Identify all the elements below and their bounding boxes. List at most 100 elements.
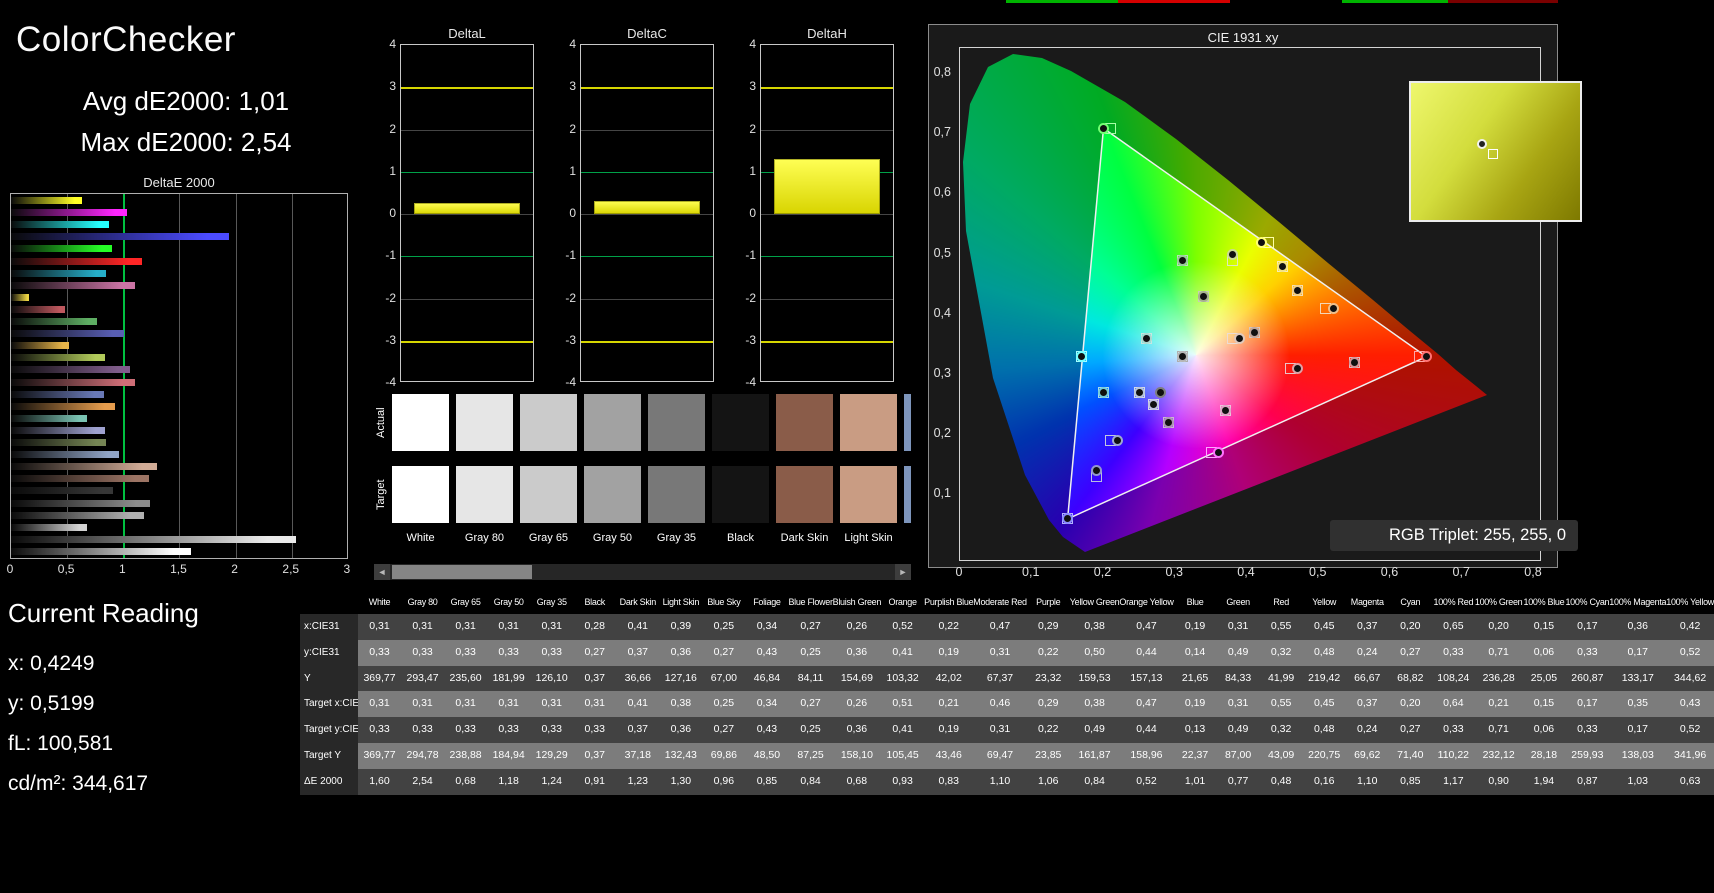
row-label-target-x-cie31: Target x:CIE31	[300, 691, 370, 718]
gridline	[179, 194, 181, 558]
table-cell: 0,96	[702, 768, 746, 795]
deltae-bar-black	[11, 487, 114, 495]
deltae-bar-magenta	[11, 281, 135, 289]
table-cell: 0,25	[702, 614, 746, 640]
column-header-blue-flower: Blue Flower	[788, 597, 833, 607]
table-cell: 0,24	[1345, 639, 1389, 666]
measured-marker-purple	[1162, 417, 1174, 429]
axis-tick-label: 0	[6, 562, 14, 576]
table-cell: 0,31	[444, 691, 488, 718]
measured-marker-gray-35	[1176, 351, 1188, 363]
deltae-bar-red	[11, 305, 65, 313]
target-line	[401, 171, 533, 173]
table-cell: 0,33	[530, 717, 574, 743]
table-cell: 0,77	[1216, 768, 1260, 795]
table-cell: 69,47	[973, 742, 1027, 769]
deltae-bar-100-red	[11, 257, 143, 265]
table-cell: 0,31	[973, 639, 1027, 666]
axis-tick-label: 3	[569, 79, 576, 94]
table-cell: 0,31	[401, 691, 445, 718]
gridline	[401, 298, 533, 300]
table-cell: 25,05	[1522, 665, 1566, 692]
table-cell: 0,27	[702, 717, 746, 743]
table-cell: 1,06	[1026, 768, 1070, 795]
measured-marker-green	[1176, 255, 1188, 266]
table-cell: 0,52	[881, 614, 925, 640]
table-cell: 0,68	[832, 768, 882, 795]
table-cell: 0,63	[1666, 768, 1714, 795]
column-header-blue-sky: Blue Sky	[707, 597, 741, 607]
table-cell: 0,31	[358, 614, 402, 640]
swatch-label: Blue Sky	[900, 532, 912, 544]
axis-tick-label: 0	[955, 565, 963, 579]
table-cell: 66,67	[1345, 665, 1389, 692]
column-header-100-red: 100% Red	[1433, 597, 1474, 607]
column-header-foliage: Foliage	[753, 597, 781, 607]
table-cell: 0,43	[745, 717, 789, 743]
table-cell: 0,38	[1069, 614, 1120, 640]
swatch-actual-black	[712, 394, 769, 451]
measured-marker-dark-skin	[1248, 327, 1260, 339]
gridline	[581, 214, 713, 215]
table-cell: 0,31	[1216, 614, 1260, 640]
column-header-purple: Purple	[1036, 597, 1061, 607]
deltae-bar-blue-flower	[11, 426, 106, 434]
column-header-gray-65: Gray 65	[450, 597, 481, 607]
swatch-strip: Actual Target White Gray 80 Gray 65 Gray 50 Gr…	[374, 386, 911, 562]
table-cell: 0,33	[1565, 639, 1610, 666]
table-cell: 21,65	[1173, 665, 1217, 692]
avg-de2000-label: Avg dE2000: 1,01	[82, 86, 290, 116]
table-cell: 0,48	[1302, 717, 1346, 743]
table-cell: 0,27	[1388, 717, 1432, 743]
table-cell: 0,22	[1026, 717, 1070, 743]
table-cell: 0,39	[659, 614, 703, 640]
measured-marker-100-red	[1420, 351, 1432, 363]
table-cell: 0,52	[1119, 768, 1174, 795]
swatch-actual-blue-sky	[904, 394, 911, 451]
deltae-bar-green	[11, 318, 98, 325]
gridline	[581, 129, 713, 131]
scroll-left-icon[interactable]: ◄	[374, 564, 390, 580]
table-cell: 0,27	[788, 691, 833, 718]
column-header-bluish-green: Bluish Green	[832, 597, 882, 607]
swatch-actual-gray-50	[584, 394, 641, 451]
chart-title: DeltaH	[807, 26, 847, 41]
max-de2000-label: Max dE2000: 2,54	[80, 127, 292, 157]
swatch-label: Gray 65	[528, 532, 569, 544]
table-cell: 0,36	[832, 639, 882, 666]
table-cell: 0,36	[659, 639, 703, 666]
gridline	[291, 194, 293, 558]
cie-y-axis: 0,8 0,7 0,6 0,5 0,4 0,3 0,2 0,1	[929, 47, 955, 561]
scroll-right-icon[interactable]: ►	[895, 564, 911, 580]
table-cell: 0,37	[1345, 614, 1389, 640]
table-cell: 0,71	[1474, 717, 1523, 743]
table-cell: 0,50	[1069, 639, 1120, 666]
deltae2000-chart	[10, 193, 348, 559]
axis-tick-label: -3	[565, 332, 576, 347]
current-reading-title: Current Reading	[8, 598, 199, 628]
measured-marker-black	[1155, 387, 1167, 399]
table-cell: 0,17	[1565, 691, 1610, 718]
table-cell: 260,87	[1565, 665, 1610, 692]
table-cell: 219,42	[1302, 665, 1346, 692]
target-line	[581, 171, 713, 173]
table-cell: 103,32	[881, 665, 925, 692]
swatch-target-gray-35	[648, 466, 705, 523]
axis-tick-label: 0,7	[933, 125, 951, 140]
deltae-bar-gray-80	[11, 535, 297, 543]
swatch-actual-gray-80	[456, 394, 513, 451]
swatch-label: Black	[727, 532, 754, 544]
table-cell: 0,22	[924, 614, 974, 640]
deltae-bar-moderate-red	[11, 378, 135, 386]
measured-marker-light-skin	[1234, 333, 1246, 345]
table-cell: 133,17	[1609, 665, 1667, 692]
table-cell: 0,16	[1302, 768, 1346, 795]
table-cell: 0,38	[1069, 691, 1120, 718]
table-cell: 0,33	[530, 639, 574, 666]
horizontal-scrollbar[interactable]: ◄ ►	[374, 564, 911, 580]
table-cell: 23,32	[1026, 665, 1070, 692]
axis-tick-label: -1	[565, 248, 576, 263]
page-title: ColorChecker	[16, 20, 236, 59]
axis-tick-label: 2	[231, 562, 238, 576]
scrollbar-thumb[interactable]	[392, 565, 532, 579]
